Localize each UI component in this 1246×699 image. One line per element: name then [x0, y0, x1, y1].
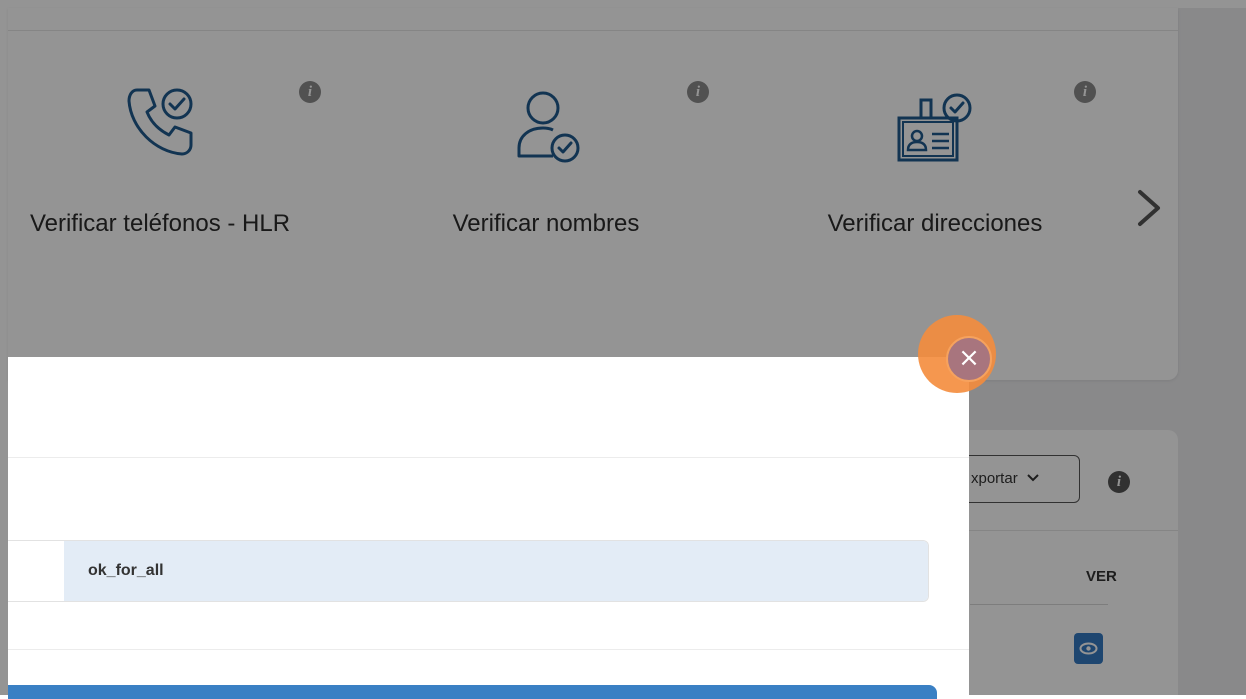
result-value: ok_for_all [64, 541, 928, 601]
modal-divider [8, 649, 969, 650]
modal-divider [8, 457, 969, 458]
close-button[interactable]: × [946, 336, 992, 382]
modal-dialog: ok_for_all [8, 357, 969, 699]
result-field: ok_for_all [8, 540, 929, 602]
modal-primary-button[interactable] [8, 685, 937, 699]
